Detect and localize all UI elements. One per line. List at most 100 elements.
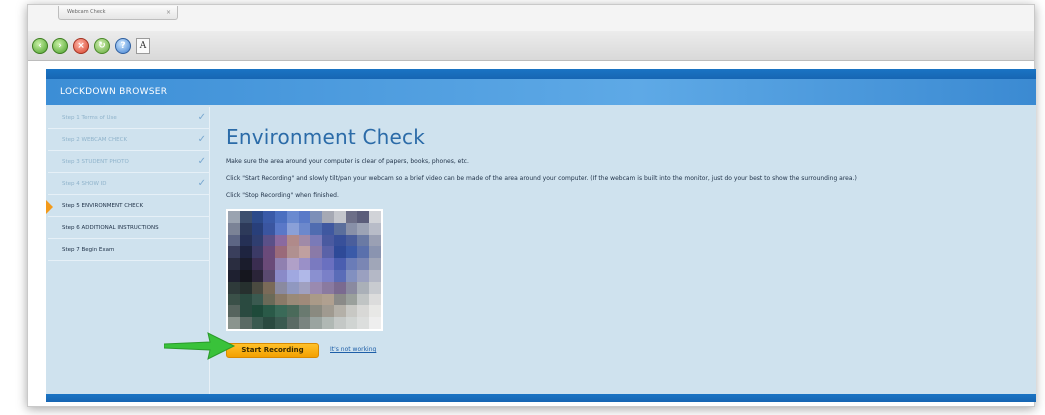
step-label: Step 7 Begin Exam [62,247,115,253]
step-label: Step 5 ENVIRONMENT CHECK [62,203,144,209]
webcam-pixel [357,234,370,247]
webcam-pixel [345,305,359,318]
webcam-pixel [239,246,253,259]
webcam-pixel [298,317,311,329]
webcam-pixel [251,317,264,329]
webcam-pixel [263,246,276,259]
reload-icon[interactable]: ↻ [94,38,110,54]
webcam-pixel [310,270,323,283]
tab-close-icon[interactable]: × [166,6,171,19]
webcam-pixel [357,270,370,283]
webcam-pixel [369,246,381,259]
webcam-pixel [239,270,253,283]
webcam-pixel [275,211,288,224]
webcam-pixel [310,246,323,259]
webcam-pixel [286,293,300,306]
green-pointer-arrow-icon [164,332,236,360]
webcam-pixel [263,258,276,271]
help-icon[interactable]: ? [115,38,131,54]
webcam-pixel [345,293,359,306]
webcam-pixel [322,317,335,329]
webcam-pixel [228,305,241,318]
webcam-pixel [345,270,359,283]
webcam-pixel [298,293,311,306]
webcam-pixel [310,211,323,224]
forward-arrow-icon[interactable]: › [52,38,68,54]
webcam-pixel [333,211,347,224]
webcam-pixel [333,305,347,318]
webcam-pixel [345,246,359,259]
webcam-pixel [275,222,288,236]
webcam-pixel [275,317,288,329]
webcam-pixel [286,270,300,283]
webcam-pixel [251,222,264,236]
browser-tab[interactable]: Webcam Check × [58,6,178,20]
webcam-pixel [322,281,335,295]
font-size-button[interactable]: A [136,38,150,54]
webcam-pixel [251,246,264,259]
webcam-pixel [228,222,241,236]
step-label: Step 1 Terms of Use [62,115,117,121]
webcam-pixel [286,258,300,271]
webcam-pixel [369,293,381,306]
instruction-1: Make sure the area around your computer … [226,158,469,165]
webcam-pixel [286,317,300,329]
stop-icon[interactable]: × [73,38,89,54]
webcam-pixel [369,305,381,318]
sidebar-step-4: Step 4 SHOW ID ✓ [48,173,210,195]
webcam-pixel [369,317,381,329]
webcam-pixel [298,222,311,236]
webcam-pixel [322,246,335,259]
webcam-pixel [333,234,347,247]
webcam-pixel [251,211,264,224]
webcam-pixel [310,305,323,318]
webcam-pixel [228,281,241,295]
webcam-pixel [369,270,381,283]
webcam-pixel [251,293,264,306]
webcam-pixel [228,246,241,259]
webcam-pixel [239,222,253,236]
webcam-pixel [275,281,288,295]
webcam-pixel [322,258,335,271]
webcam-pixel [275,270,288,283]
top-strip [46,69,1036,79]
webcam-pixel [228,293,241,306]
checkmark-icon: ✓ [197,178,206,189]
webcam-pixel [345,211,359,224]
webcam-pixel [333,281,347,295]
webcam-pixel [369,234,381,247]
webcam-pixel [298,234,311,247]
webcam-pixel [239,317,253,329]
sidebar-step-7: Step 7 Begin Exam [48,239,210,261]
bottom-strip [46,394,1036,402]
webcam-pixel [322,270,335,283]
sidebar-step-6: Step 6 ADDITIONAL INSTRUCTIONS [48,217,210,239]
webcam-pixel [357,293,370,306]
webcam-pixel [275,305,288,318]
webcam-pixel [333,317,347,329]
webcam-pixel [228,211,241,224]
webcam-pixel [228,258,241,271]
webcam-pixel [298,270,311,283]
webcam-pixel [251,234,264,247]
webcam-pixel [298,305,311,318]
webcam-pixel [263,281,276,295]
webcam-pixel [369,222,381,236]
step-label: Step 4 SHOW ID [62,181,107,187]
webcam-pixel [263,293,276,306]
back-arrow-icon[interactable]: ‹ [32,38,48,54]
webcam-pixel [310,317,323,329]
webcam-pixel [275,258,288,271]
webcam-pixel [333,270,347,283]
start-recording-button[interactable]: Start Recording [226,343,319,358]
webcam-pixel [357,258,370,271]
webcam-pixel [228,270,241,283]
webcam-pixel [286,246,300,259]
step-label: Step 2 WEBCAM CHECK [62,137,128,143]
webcam-pixel [357,211,370,224]
not-working-link[interactable]: It's not working [330,346,376,353]
webcam-pixel [310,258,323,271]
app-title: LOCKDOWN BROWSER [60,87,168,97]
webcam-pixel [310,293,323,306]
instruction-3: Click "Stop Recording" when finished. [226,192,339,199]
